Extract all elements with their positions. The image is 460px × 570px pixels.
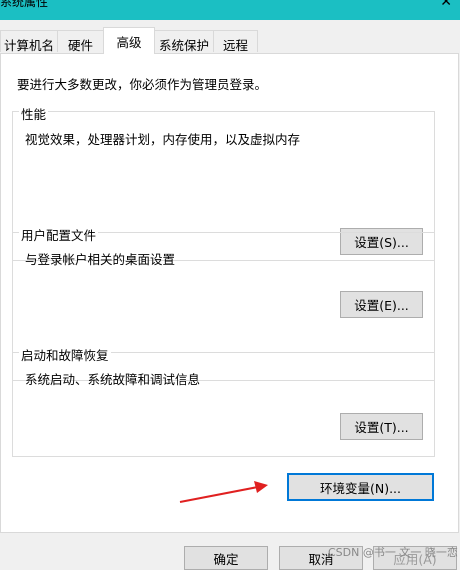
- tab-panel-advanced: 要进行大多数更改，你必须作为管理员登录。 性能 视觉效果，处理器计划，内存使用，…: [0, 53, 459, 533]
- startup-recovery-description: 系统启动、系统故障和调试信息: [25, 372, 201, 387]
- title-bar: 系统属性 ✕: [0, 0, 460, 20]
- tab-computer-name[interactable]: 计算机名: [0, 30, 58, 53]
- tab-remote[interactable]: 远程: [213, 30, 258, 53]
- startup-recovery-group-title: 启动和故障恢复: [19, 345, 111, 364]
- window-title: 系统属性: [0, 0, 49, 9]
- environment-variables-button[interactable]: 环境变量(N)...: [287, 473, 434, 501]
- ok-button[interactable]: 确定: [184, 546, 268, 570]
- user-profiles-settings-button[interactable]: 设置(E)...: [340, 291, 423, 318]
- tab-strip: 计算机名 硬件 高级 系统保护 远程: [0, 27, 460, 54]
- watermark: CSDN @书一 文一 晓一恋: [328, 546, 458, 559]
- red-arrow-annotation: [179, 481, 268, 503]
- startup-recovery-settings-button[interactable]: 设置(T)...: [340, 413, 423, 440]
- startup-recovery-group: 启动和故障恢复 系统启动、系统故障和调试信息 设置(T)...: [12, 345, 435, 457]
- admin-note: 要进行大多数更改，你必须作为管理员登录。: [17, 77, 268, 92]
- close-icon[interactable]: ✕: [440, 0, 452, 10]
- user-profiles-description: 与登录帐户相关的桌面设置: [25, 252, 176, 267]
- tab-advanced[interactable]: 高级: [103, 27, 155, 54]
- performance-description: 视觉效果，处理器计划，内存使用，以及虚拟内存: [25, 132, 301, 147]
- tab-hardware[interactable]: 硬件: [57, 30, 104, 53]
- tab-system-protection[interactable]: 系统保护: [154, 30, 214, 53]
- user-profiles-group-title: 用户配置文件: [19, 225, 99, 244]
- performance-group-title: 性能: [19, 104, 49, 123]
